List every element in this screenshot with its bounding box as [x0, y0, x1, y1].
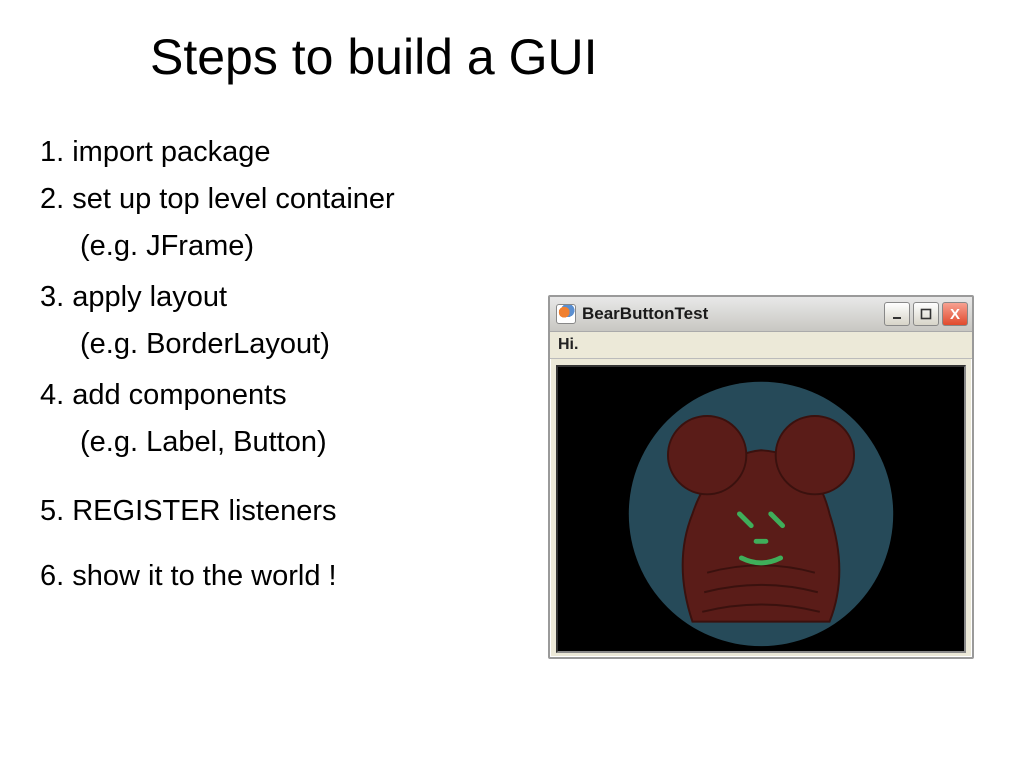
step-6: 6. show it to the world !	[40, 554, 500, 599]
step-4: 4. add components	[40, 373, 500, 418]
slide: Steps to build a GUI 1. import package 2…	[0, 0, 1024, 768]
close-button[interactable]: X	[942, 302, 968, 326]
step-3: 3. apply layout	[40, 275, 500, 320]
step-5: 5. REGISTER listeners	[40, 489, 500, 534]
bear-image	[558, 367, 964, 651]
minimize-button[interactable]	[884, 302, 910, 326]
step-2-sub: (e.g. JFrame)	[40, 224, 500, 269]
step-2: 2. set up top level container	[40, 177, 500, 222]
step-1: 1. import package	[40, 130, 500, 175]
step-3-sub: (e.g. BorderLayout)	[40, 322, 500, 367]
maximize-button[interactable]	[913, 302, 939, 326]
window-title: BearButtonTest	[582, 304, 878, 324]
window-controls: X	[884, 302, 968, 326]
steps-list: 1. import package 2. set up top level co…	[40, 130, 500, 600]
slide-title: Steps to build a GUI	[150, 28, 597, 86]
minimize-icon	[891, 308, 903, 320]
step-4-sub: (e.g. Label, Button)	[40, 420, 500, 465]
window-content	[556, 365, 966, 653]
java-window: BearButtonTest X Hi.	[548, 295, 974, 659]
window-titlebar: BearButtonTest X	[550, 297, 972, 332]
java-icon	[556, 304, 576, 324]
window-label: Hi.	[550, 332, 972, 359]
maximize-icon	[920, 308, 932, 320]
